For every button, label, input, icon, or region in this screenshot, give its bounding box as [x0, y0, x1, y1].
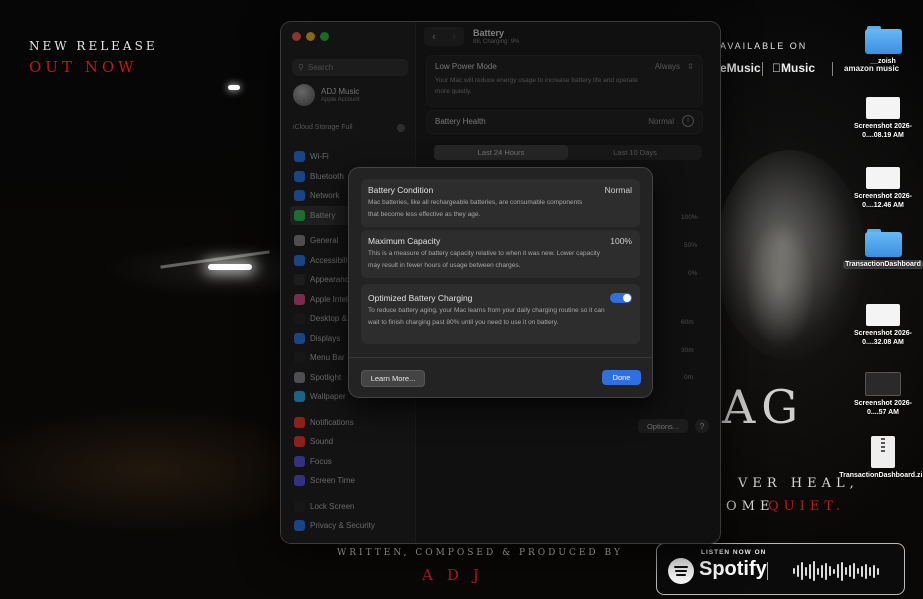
optimized-charging-title: Optimized Battery Charging	[368, 293, 473, 303]
spotify-code-bar	[813, 561, 815, 581]
optimized-charging-card: Optimized Battery Charging To reduce bat…	[361, 284, 640, 344]
store-emusic: eMusic	[720, 61, 761, 75]
spotify-code-bar	[857, 568, 859, 574]
battery-condition-card: Battery Condition Normal Mac batteries, …	[361, 179, 640, 227]
desktop-item-label: Screenshot 2026-0....12.46 AM	[854, 193, 912, 209]
credit-text: WRITTEN, COMPOSED & PRODUCED BY	[337, 548, 623, 558]
battery-condition-title: Battery Condition	[368, 185, 434, 195]
spotify-code-bar	[821, 564, 823, 578]
desktop-item-label: Screenshot 2026-0....08.19 AM	[854, 123, 912, 139]
artist-name: ADJ	[422, 566, 493, 584]
spotify-code-bar	[877, 567, 879, 575]
poster-figure-2	[745, 220, 815, 350]
spotify-code-icon	[793, 561, 881, 581]
spotify-code-bar	[805, 566, 807, 576]
spotify-code-bar	[809, 563, 811, 579]
tagline-line-2b: QUIET.	[768, 499, 846, 514]
store-divider	[832, 62, 833, 76]
desktop-item[interactable]: Screenshot 2026-0....57 AM	[848, 372, 918, 417]
spotify-code-bar	[833, 568, 835, 574]
maximum-capacity-title: Maximum Capacity	[368, 236, 441, 246]
spotify-code-bar	[793, 568, 795, 574]
battery-condition-value: Normal	[604, 185, 632, 195]
desktop-item-label: TransactionDashboard	[843, 260, 923, 269]
screenshot-thumbnail-icon	[866, 304, 900, 326]
spotify-code-bar	[865, 563, 867, 579]
learn-more-button[interactable]: Learn More...	[361, 370, 425, 387]
maximum-capacity-desc: This is a measure of battery capacity re…	[368, 250, 600, 269]
listen-now-text: LISTEN NOW ON	[701, 549, 767, 556]
screenshot-thumbnail-icon	[866, 167, 900, 189]
spotify-code-bar	[873, 564, 875, 578]
spotify-badge: LISTEN NOW ON Spotify	[656, 543, 905, 595]
sheet-divider	[349, 357, 652, 358]
spotify-code-bar	[869, 566, 871, 576]
available-on-text: AVAILABLE ON	[720, 41, 808, 51]
spotify-divider	[767, 562, 768, 580]
desktop-item[interactable]: Screenshot 2026-0....12.46 AM	[848, 167, 918, 210]
screenshot-thumbnail-icon	[866, 97, 900, 119]
store-divider	[762, 62, 763, 76]
spotify-code-bar	[853, 563, 855, 579]
spotify-code-bar	[861, 565, 863, 577]
battery-health-sheet: Battery Condition Normal Mac batteries, …	[348, 167, 653, 398]
desktop-item-label: TransactionDashboard.zip	[839, 472, 923, 479]
desktop-item-label: Screenshot 2026-0....32.08 AM	[854, 330, 912, 346]
spotify-code-bar	[825, 562, 827, 580]
street-lamp	[228, 85, 240, 90]
car-headlight	[208, 264, 252, 270]
spotify-code-bar	[849, 565, 851, 577]
maximum-capacity-value: 100%	[610, 236, 632, 246]
done-button[interactable]: Done	[602, 370, 641, 385]
battery-condition-desc: Mac batteries, like all rechargeable bat…	[368, 199, 583, 218]
optimized-charging-desc: To reduce battery aging, your Mac learns…	[368, 307, 605, 326]
spotify-code-bar	[817, 567, 819, 575]
store-apple-music: Music	[772, 61, 815, 75]
spotify-code-bar	[797, 565, 799, 577]
folder-icon	[864, 26, 902, 54]
spotify-code-bar	[801, 562, 803, 580]
desktop-item-label: Screenshot 2026-0....57 AM	[854, 400, 912, 416]
folder-icon	[864, 229, 902, 257]
desktop-item-label: __zoish	[870, 58, 896, 65]
desktop-item[interactable]: Screenshot 2026-0....32.08 AM	[848, 304, 918, 347]
maximum-capacity-card: Maximum Capacity 100% This is a measure …	[361, 230, 640, 278]
desktop-item[interactable]: TransactionDashboard	[843, 229, 923, 269]
out-now-text: OUT NOW	[29, 58, 138, 76]
toggle-knob	[623, 294, 631, 302]
new-release-text: NEW RELEASE	[29, 39, 158, 53]
spotify-code-bar	[845, 567, 847, 575]
spotify-code-bar	[837, 564, 839, 578]
poster-title-fragment: AG	[722, 380, 804, 434]
desktop-item[interactable]: Screenshot 2026-0....08.19 AM	[848, 97, 918, 140]
desktop-item[interactable]: TransactionDashboard.zip	[839, 436, 923, 480]
desktop-item[interactable]: __zoish	[848, 26, 918, 66]
apple-icon: 	[772, 61, 781, 75]
zip-file-icon	[871, 436, 895, 468]
optimized-charging-toggle[interactable]	[610, 293, 632, 303]
spotify-code-bar	[841, 561, 843, 581]
spotify-logo-icon	[668, 558, 694, 584]
spotify-code-bar	[829, 566, 831, 576]
spotify-wordmark: Spotify	[699, 558, 767, 580]
screenshot-thumbnail-icon	[865, 372, 901, 396]
